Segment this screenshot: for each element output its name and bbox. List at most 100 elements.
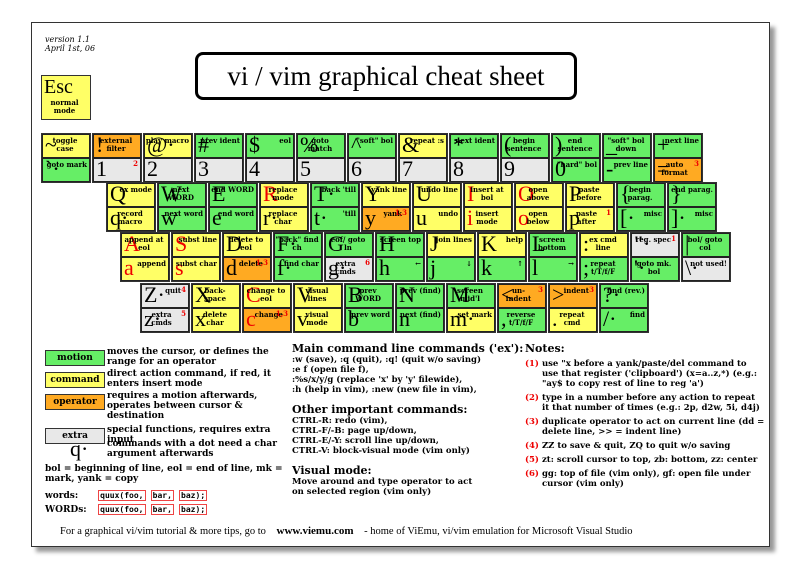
key-label: 'till (342, 209, 356, 218)
key-label: insert at bol (470, 185, 504, 202)
key-bot-half: 2 (144, 158, 192, 182)
keyboard-key: + next line = auto format 3 (653, 133, 703, 183)
note-number: (2) (525, 393, 539, 403)
command-line: :e f (open file f), (292, 365, 369, 375)
key-char: y (365, 207, 376, 230)
key-label: toggle case (52, 136, 78, 153)
keyboard-key: Z· quit 4 z· extra cmds 5 (140, 283, 190, 333)
key-top-half: * next ident (450, 134, 498, 158)
word-part: quux(foo, (98, 490, 146, 501)
main-commands-title: Main command line commands ('ex'): (292, 342, 524, 355)
keyboard-key: | bol/ goto col \· not used! (681, 232, 731, 282)
key-top-half: Oopen above (515, 183, 563, 207)
note-item: (6) gg: top of file (vim only), gf: open … (525, 469, 765, 489)
note-reference: 3 (538, 285, 543, 294)
key-top-half: "· reg. spec 1 (631, 233, 679, 257)
keyboard-key: T· back 'till t· 'till (310, 182, 360, 232)
key-label: extra cmds (151, 310, 172, 327)
key-label: screen top (379, 235, 421, 244)
key-label: visual lines (305, 286, 329, 303)
note-number: (4) (525, 441, 539, 451)
key-top-half: Rreplace mode (260, 183, 308, 207)
command-line: CTRL-E/-Y: scroll line up/down, (292, 436, 439, 446)
key-label: delete to eol (228, 235, 264, 252)
key-label: ex mode (119, 185, 153, 194)
key-char: ]· (671, 207, 686, 230)
key-top-half: ) end sentence (552, 134, 600, 158)
key-top-half: & repeat :s (399, 134, 447, 158)
note-reference: 4 (181, 285, 186, 294)
key-label: undo line (420, 185, 458, 194)
note-number: (3) (525, 417, 539, 427)
keyboard-key: Hscreen top h ← (375, 232, 425, 282)
key-label: "soft" bol down (607, 136, 645, 153)
keyboard-key: _ "soft" bol down - prev line (602, 133, 652, 183)
key-top-half: Aappend at eol (121, 233, 169, 257)
key-label: misc (643, 209, 662, 218)
key-top-half: Xback- space (192, 284, 240, 308)
keyboard-key: Bprev WORD b prev word (344, 283, 394, 333)
key-char: 5 (300, 158, 311, 181)
command-line: CTRL-F/-B: page up/down, (292, 426, 417, 436)
key-top-half: Geof/ goto ln (325, 233, 373, 257)
WORD-part: baz); (179, 504, 208, 515)
legend-command-box: command (45, 372, 105, 388)
key-bot-half: 3 (195, 158, 243, 182)
key-top-half: Vvisual lines (294, 284, 342, 308)
key-bot-half: i insert mode (464, 207, 512, 231)
key-char: 9 (504, 158, 515, 181)
key-char: 6 (351, 158, 362, 181)
key-label: delete char (202, 310, 228, 327)
key-char: 8 (453, 158, 464, 181)
key-top-half: Ssubst line (172, 233, 220, 257)
key-label: misc (694, 209, 713, 218)
key-bot-half: \· not used! (682, 257, 730, 281)
note-reference: 5 (181, 309, 186, 318)
key-top-half: ?· find (rev.) (600, 284, 648, 308)
visual-line: Move around and type operator to act (292, 477, 473, 487)
note-item: (1) use "x before a yank/paste/del comman… (525, 359, 765, 389)
key-label: eof/ goto ln (330, 235, 366, 252)
key-label: open above (526, 185, 550, 202)
key-label: prev line (613, 160, 648, 169)
legend-operator-box: operator (45, 394, 105, 410)
key-label: append at eol (124, 235, 164, 252)
key-top-half: ! external filter (93, 134, 141, 158)
key-char: a (124, 257, 134, 280)
key-bot-half: b prev word (345, 308, 393, 332)
key-char: u (416, 207, 427, 230)
key-bot-half: p paste after 1 (566, 207, 614, 231)
keyboard-key: $ eol 4 (245, 133, 295, 183)
key-label: external filter (99, 136, 133, 153)
key-bot-half: = auto format 3 (654, 158, 702, 182)
key-label: un- indent (505, 286, 532, 303)
footer-text: - home of ViEmu, vi/vim emulation for Mi… (364, 526, 633, 537)
key-char: l (532, 257, 539, 280)
footer-link[interactable]: www.viemu.com (277, 525, 354, 537)
key-top-half: F· "back" find ch (274, 233, 322, 257)
WORDs-label: WORDs: (45, 505, 87, 515)
key-label: prev (find) (399, 286, 441, 295)
key-char: 3 (198, 158, 209, 181)
key-bot-half: l → (529, 257, 577, 281)
note-reference: 3 (694, 159, 699, 168)
key-bot-half: g· extra cmds 6 (325, 257, 373, 281)
keyboard-key: (begin sentence 9 (500, 133, 550, 183)
key-label: ↓ (466, 259, 472, 268)
key-label: next WORD (168, 185, 194, 202)
key-label: insert mode (475, 209, 499, 226)
key-top-half: Cchange to eol (243, 284, 291, 308)
note-reference: 6 (365, 258, 370, 267)
keyboard-key: # prev ident 3 (194, 133, 244, 183)
keyboard-key: ?· find (rev.)/· find (599, 283, 649, 333)
key-bot-half: x delete char (192, 308, 240, 332)
keyboard-key: @· play macro 2 (143, 133, 193, 183)
key-bot-half: a append (121, 257, 169, 281)
key-label: ↑ (517, 259, 523, 268)
key-label: play macro (145, 136, 189, 145)
key-label: end word (217, 209, 254, 218)
note-item: (3) duplicate operator to act on current … (525, 417, 765, 437)
key-top-half: Eend WORD (209, 183, 257, 207)
key-label: normal mode (50, 98, 79, 115)
note-number: (1) (525, 359, 539, 369)
